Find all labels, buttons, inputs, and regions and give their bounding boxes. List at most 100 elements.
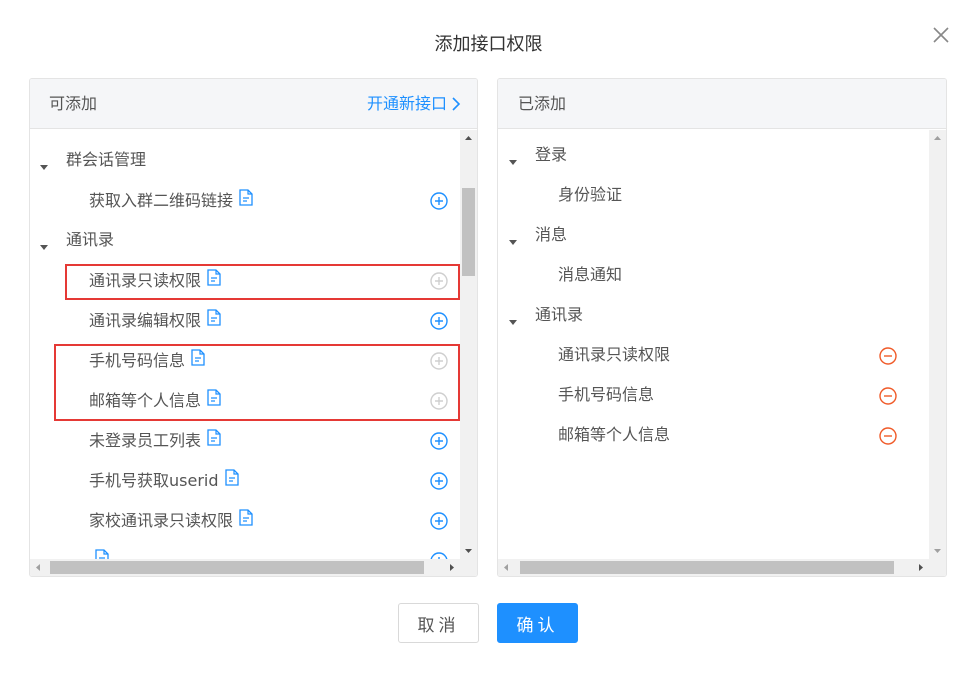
remove-circle-icon[interactable] [879, 427, 897, 445]
tree-label-text: 邮箱等个人信息 [89, 390, 202, 410]
cancel-button[interactable]: 取消 [398, 603, 479, 643]
open-new-api-label: 开通新接口 [366, 94, 447, 113]
caret-down-icon[interactable] [40, 236, 48, 250]
add-circle-disabled-icon [430, 352, 448, 370]
tree-group[interactable]: 通讯录 [30, 220, 460, 260]
tree-label: 通讯录只读权限 [558, 344, 670, 366]
scroll-up-icon[interactable] [460, 130, 477, 147]
available-panel-title: 可添加 [49, 94, 98, 113]
scroll-thumb-horizontal[interactable] [520, 561, 894, 574]
document-icon[interactable] [95, 549, 109, 559]
document-icon[interactable] [207, 389, 221, 412]
tree-item[interactable]: 消息通知 [498, 255, 929, 295]
tree-group[interactable]: 群会话管理 [30, 140, 460, 180]
tree-label: 手机号码信息 [558, 384, 654, 406]
horizontal-scrollbar[interactable] [30, 559, 477, 576]
document-icon[interactable] [224, 469, 239, 492]
tree-label-text: 手机号码信息 [558, 385, 655, 404]
added-panel: 已添加 登录身份验证消息消息通知通讯录通讯录只读权限 手机号码信息 邮箱等个人信息 [497, 78, 947, 577]
tree-item[interactable]: 手机号获取userid [30, 460, 460, 500]
tree-label: 消息通知 [558, 264, 622, 286]
confirm-button[interactable]: 确认 [497, 603, 578, 643]
remove-circle-icon[interactable] [879, 347, 897, 365]
close-icon[interactable] [930, 24, 952, 46]
tree-label-text: 家校通讯录只读权限 [89, 510, 234, 530]
document-icon[interactable] [239, 509, 253, 532]
tree-item[interactable]: 家校通讯录只读权限 [30, 500, 460, 540]
tree-label [89, 549, 109, 559]
tree-item[interactable]: 邮箱等个人信息 [30, 380, 460, 420]
scroll-up-icon[interactable] [929, 130, 946, 147]
scroll-right-icon[interactable] [443, 559, 460, 576]
tree-label: 群会话管理 [66, 149, 146, 171]
available-tree-viewport: 群会话管理获取入群二维码链接通讯录通讯录只读权限通讯录编辑权限手机号码信息 邮箱等… [30, 130, 460, 559]
add-circle-icon[interactable] [430, 312, 448, 330]
tree-label-text: 消息通知 [558, 265, 623, 284]
add-circle-icon[interactable] [430, 512, 448, 530]
open-new-api-link[interactable]: 开通新接口 [367, 93, 461, 115]
tree-label-text: 通讯录 [535, 305, 584, 324]
tree-item[interactable]: 通讯录只读权限 [30, 260, 460, 300]
add-circle-icon[interactable] [430, 192, 448, 210]
document-icon[interactable] [207, 309, 221, 332]
scroll-thumb[interactable] [462, 188, 475, 276]
tree-item[interactable]: 通讯录编辑权限 [30, 300, 460, 340]
tree-label: 登录 [535, 144, 567, 166]
tree-label-text: 群会话管理 [66, 150, 147, 169]
caret-down-icon[interactable] [509, 151, 517, 165]
tree-label-text: 通讯录只读权限 [89, 270, 202, 290]
document-icon[interactable] [207, 269, 221, 292]
add-circle-icon[interactable] [430, 552, 448, 559]
tree-item[interactable]: 邮箱等个人信息 [498, 415, 929, 455]
document-icon[interactable] [207, 429, 221, 452]
tree-item[interactable]: 获取入群二维码链接 [30, 180, 460, 220]
document-icon[interactable] [239, 189, 253, 212]
tree-item[interactable]: 通讯录只读权限 [498, 335, 929, 375]
tree-item[interactable] [30, 540, 460, 559]
tree-item[interactable]: 手机号码信息 [30, 340, 460, 380]
chevron-right-icon [452, 97, 461, 111]
scroll-right-icon[interactable] [912, 559, 929, 576]
add-circle-disabled-icon [430, 272, 448, 290]
tree-label-text: 通讯录只读权限 [558, 345, 671, 364]
horizontal-scrollbar[interactable] [498, 559, 946, 576]
vertical-scrollbar[interactable] [460, 130, 477, 559]
add-circle-icon[interactable] [430, 472, 448, 490]
tree-label-text: 登录 [535, 145, 568, 164]
tree-item[interactable]: 手机号码信息 [498, 375, 929, 415]
caret-down-icon[interactable] [509, 311, 517, 325]
caret-down-icon[interactable] [509, 231, 517, 245]
scroll-left-icon[interactable] [498, 559, 515, 576]
document-icon[interactable] [191, 349, 205, 372]
tree-label: 手机号码信息 [89, 349, 205, 372]
add-circle-icon[interactable] [430, 432, 448, 450]
available-tree: 群会话管理获取入群二维码链接通讯录通讯录只读权限通讯录编辑权限手机号码信息 邮箱等… [30, 130, 460, 559]
tree-label: 邮箱等个人信息 [558, 424, 670, 446]
available-panel: 可添加 开通新接口 群会话管理获取入群二维码链接通讯录通讯录只读权限通讯录编辑权… [29, 78, 478, 577]
scroll-down-icon[interactable] [929, 542, 946, 559]
tree-item[interactable]: 身份验证 [498, 175, 929, 215]
tree-group[interactable]: 通讯录 [498, 295, 929, 335]
added-panel-title: 已添加 [518, 94, 567, 113]
dialog-title: 添加接口权限 [434, 34, 543, 55]
tree-item[interactable]: 未登录员工列表 [30, 420, 460, 460]
tree-group[interactable]: 消息 [498, 215, 929, 255]
vertical-scrollbar[interactable] [929, 130, 946, 559]
tree-group[interactable]: 登录 [498, 135, 929, 175]
tree-label: 消息 [535, 224, 567, 246]
tree-item[interactable] [30, 130, 460, 140]
document-icon[interactable] [95, 130, 109, 132]
tree-label: 未登录员工列表 [89, 429, 221, 452]
tree-label: 通讯录只读权限 [89, 269, 221, 292]
tree-label: 身份验证 [558, 184, 622, 206]
tree-label: 通讯录 [66, 229, 114, 251]
added-panel-header: 已添加 [498, 79, 946, 129]
tree-label [89, 130, 109, 132]
tree-label: 邮箱等个人信息 [89, 389, 221, 412]
scroll-down-icon[interactable] [460, 542, 477, 559]
caret-down-icon[interactable] [40, 156, 48, 170]
remove-circle-icon[interactable] [879, 387, 897, 405]
scroll-left-icon[interactable] [30, 559, 47, 576]
scroll-thumb-horizontal[interactable] [50, 561, 424, 574]
tree-label-text: 手机号码信息 [89, 350, 186, 370]
